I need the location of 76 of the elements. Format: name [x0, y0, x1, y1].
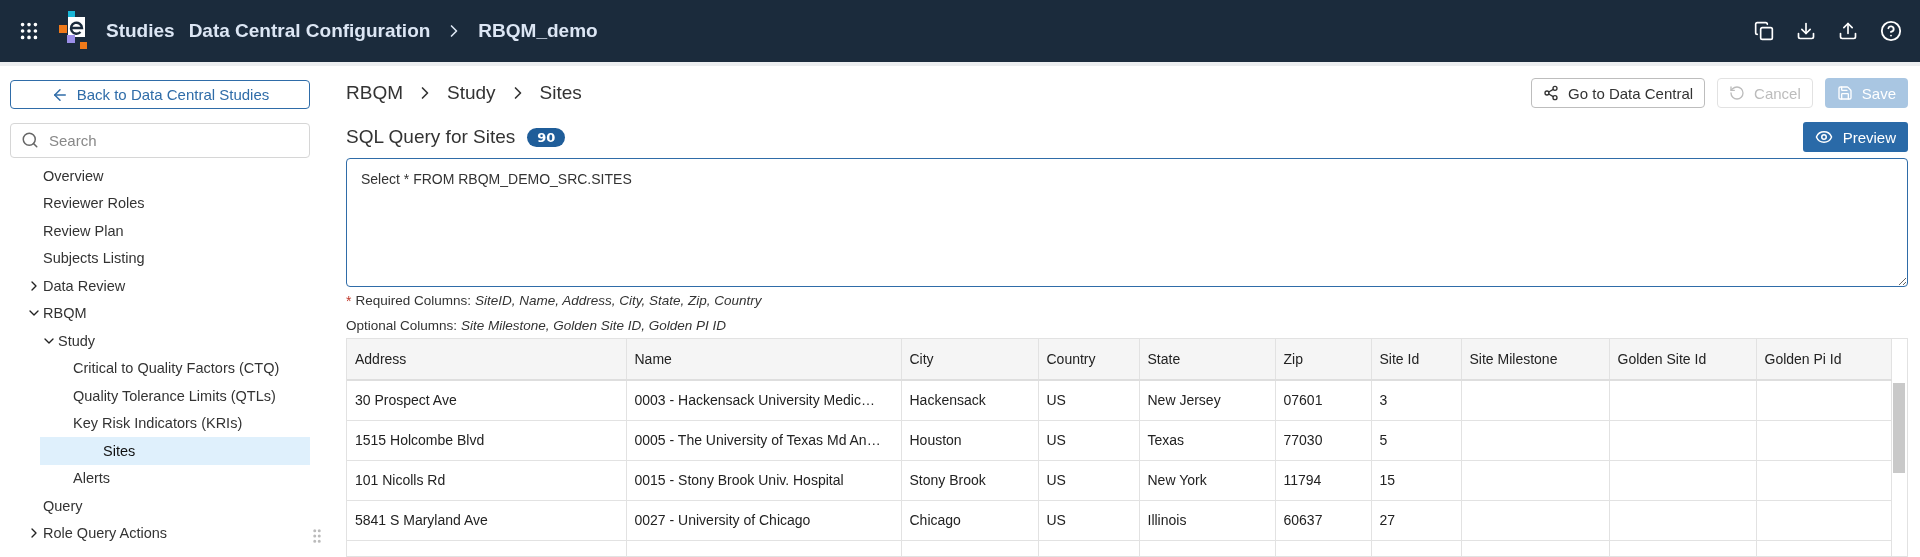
- required-mark: *: [346, 292, 352, 309]
- table-cell: 07601: [1275, 380, 1371, 420]
- column-header[interactable]: Site Id: [1371, 339, 1461, 380]
- table-cell: 60637: [1275, 500, 1371, 540]
- table-cell: Stony Brook: [901, 460, 1038, 500]
- column-header[interactable]: City: [901, 339, 1038, 380]
- undo-icon: [1729, 85, 1746, 101]
- sql-query-field[interactable]: Select * FROM RBQM_DEMO_SRC.SITES: [346, 158, 1908, 287]
- sidebar-item[interactable]: Overview: [10, 162, 310, 190]
- required-columns-list: SiteID, Name, Address, City, State, Zip, Country: [475, 293, 762, 308]
- table-cell: Illinois: [1139, 500, 1275, 540]
- table-cell: 5: [1371, 420, 1461, 460]
- sidebar-item[interactable]: Role Query Actions: [10, 519, 310, 547]
- column-header[interactable]: Golden Site Id: [1609, 339, 1756, 380]
- table-cell: US: [1038, 460, 1139, 500]
- table-cell: 101 Nicolls Rd: [347, 460, 626, 500]
- header-nav-link[interactable]: RBQM_demo: [478, 20, 598, 42]
- sidebar-item[interactable]: Data Review: [10, 272, 310, 300]
- preview-button[interactable]: Preview: [1802, 122, 1908, 152]
- save-icon: [1836, 85, 1853, 101]
- sidebar-item[interactable]: Quality Tolerance Limits (QTLs): [10, 382, 310, 410]
- column-header[interactable]: Zip: [1275, 339, 1371, 380]
- sidebar-item[interactable]: Sites: [40, 437, 310, 465]
- sidebar-item[interactable]: Reviewer Roles: [10, 189, 310, 217]
- column-header[interactable]: Name: [626, 339, 901, 380]
- table-cell: 5841 S Maryland Ave: [347, 500, 626, 540]
- required-columns-label: Required Columns:: [355, 293, 471, 308]
- grid-icon: [18, 20, 40, 42]
- search-field[interactable]: Search: [10, 123, 310, 158]
- sidebar-item[interactable]: Critical to Quality Factors (CTQ): [10, 354, 310, 382]
- section-title: SQL Query for Sites: [346, 126, 516, 148]
- table-cell: New York: [1139, 460, 1275, 500]
- column-header[interactable]: Address: [347, 339, 626, 380]
- header-nav-link[interactable]: Data Central Configuration: [188, 20, 431, 42]
- header-nav-link[interactable]: Studies: [106, 20, 175, 42]
- table-cell: 3: [1371, 380, 1461, 420]
- table-cell: Hackensack: [901, 380, 1038, 420]
- scrollbar-thumb[interactable]: [1893, 383, 1905, 473]
- sidebar-item[interactable]: Query: [10, 492, 310, 520]
- table-cell: 1515 Holcombe Blvd: [347, 420, 626, 460]
- breadcrumb-item: Sites: [539, 82, 582, 104]
- table-cell: Texas: [1139, 420, 1275, 460]
- back-button[interactable]: Back to Data Central Studies: [10, 80, 310, 109]
- breadcrumb-item[interactable]: RBQM: [346, 82, 403, 104]
- optional-columns-label: Optional Columns:: [346, 317, 458, 333]
- table-cell: 0003 - Hackensack University Medic…: [626, 380, 901, 420]
- table-cell: New Jersey: [1139, 380, 1275, 420]
- table-cell: Chicago: [901, 500, 1038, 540]
- table-cell: Houston: [901, 420, 1038, 460]
- column-header[interactable]: Site Milestone: [1461, 339, 1609, 380]
- go-to-button[interactable]: Go to Data Central: [1531, 78, 1706, 108]
- count-badge: 90: [527, 127, 566, 147]
- column-header[interactable]: Golden Pi Id: [1756, 339, 1891, 380]
- column-header[interactable]: Country: [1038, 339, 1139, 380]
- sidebar-item[interactable]: Review Plan: [10, 217, 310, 245]
- table-cell: 77030: [1275, 420, 1371, 460]
- table-cell: US: [1038, 500, 1139, 540]
- breadcrumb-item[interactable]: Study: [447, 82, 496, 104]
- table-cell: 11794: [1275, 460, 1371, 500]
- sidebar-item[interactable]: Key Risk Indicators (KRIs): [10, 409, 310, 437]
- table-cell: 0005 - The University of Texas Md An…: [626, 420, 901, 460]
- sidebar-item[interactable]: Study: [10, 327, 310, 355]
- column-header[interactable]: State: [1139, 339, 1275, 380]
- sidebar-item[interactable]: Subjects Listing: [10, 244, 310, 272]
- table-cell: 15: [1371, 460, 1461, 500]
- sidebar-item[interactable]: Alerts: [10, 464, 310, 492]
- eye-icon: [1814, 128, 1833, 146]
- table-cell: 0015 - Stony Brook Univ. Hospital: [626, 460, 901, 500]
- table-cell: US: [1038, 420, 1139, 460]
- table-cell: 27: [1371, 500, 1461, 540]
- optional-columns-list: Site Milestone, Golden Site ID, Golden PI ID: [461, 317, 726, 333]
- table-cell: US: [1038, 380, 1139, 420]
- sidebar-item[interactable]: RBQM: [10, 299, 310, 327]
- network-icon: [1543, 85, 1560, 101]
- table-cell: 30 Prospect Ave: [347, 380, 626, 420]
- table-cell: 0027 - University of Chicago: [626, 500, 901, 540]
